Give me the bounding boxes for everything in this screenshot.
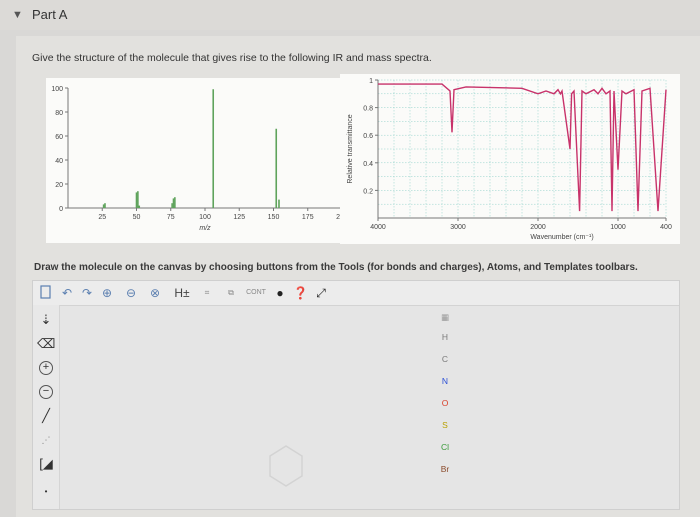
x-tick-label: 125 [233, 214, 245, 221]
fullscreen-icon[interactable]: ⤢ [313, 285, 329, 301]
editor-toolbar: ↶ ↷ ⊕ ⊖ ⊗ H± ⌗ ⧉ CONT ● ❓ ⤢ [33, 281, 679, 306]
select-arrow-icon[interactable]: ⇣ [37, 311, 55, 329]
zoom-out-icon[interactable]: ⊖ [123, 285, 139, 301]
y-tick-label: 40 [55, 158, 63, 165]
ir-spectrum-svg: 0.2 0.4 0.6 0.8 1 4000 3000 2000 1000 400 Wavenumb… [347, 78, 672, 241]
periodic-table-icon[interactable]: ▦ [425, 309, 465, 325]
chain-icon[interactable]: ⋰ [37, 431, 55, 449]
calculate-button[interactable]: CONT [245, 285, 267, 301]
eraser-icon[interactable]: ⌫ [37, 335, 55, 353]
x-axis-label: m/z [199, 225, 211, 232]
y-tick-label: 0.6 [363, 133, 373, 140]
x-tick-label: 150 [268, 214, 280, 221]
y-tick-label: 1 [369, 78, 373, 85]
add-hydrogens-button[interactable]: H± [171, 285, 193, 301]
y-tick-label: 100 [51, 86, 63, 93]
positive-charge-button[interactable]: + [39, 361, 53, 375]
y-tick-label: 20 [55, 182, 63, 189]
triangle-down-icon[interactable]: ▼ [12, 9, 23, 21]
part-header[interactable]: ▼ Part A [0, 0, 700, 30]
atom-n-button[interactable]: N [425, 373, 465, 389]
x-axis-label: Wavenumber (cm⁻¹) [530, 234, 593, 241]
mass-spectrum-svg: 020406080100255075100125150175200m/zRela… [37, 86, 348, 232]
atoms-toolbar: ▦ H C N O S Cl Br [425, 305, 465, 509]
drawing-canvas[interactable] [60, 306, 660, 508]
y-tick-label: 0.8 [363, 106, 373, 113]
y-tick-label: 0.2 [363, 188, 373, 195]
bracket-icon[interactable]: [◢ [37, 455, 55, 473]
y-tick-label: 0.4 [363, 161, 373, 168]
x-tick-label: 2000 [530, 224, 546, 231]
tools-sidebar: ⇣ ⌫ + − ╱ ⋰ [◢ • [33, 305, 60, 509]
part-title: Part A [32, 7, 68, 22]
zoom-in-icon[interactable]: ⊕ [99, 285, 115, 301]
single-bond-icon[interactable]: ╱ [37, 407, 55, 425]
x-tick-label: 75 [167, 214, 175, 221]
negative-charge-button[interactable]: − [39, 385, 53, 399]
question-text: Give the structure of the molecule that … [32, 52, 432, 64]
y-axis-label: Relative transmittance [347, 114, 354, 183]
y-tick-label: 60 [55, 134, 63, 141]
x-tick-label: 1000 [610, 224, 626, 231]
x-tick-label: 100 [199, 214, 211, 221]
zoom-reset-icon[interactable]: ⊗ [147, 285, 163, 301]
document-icon[interactable] [39, 285, 53, 301]
atom-cl-button[interactable]: Cl [425, 439, 465, 455]
help-icon[interactable]: ❓ [293, 285, 308, 301]
redo-icon[interactable]: ↷ [79, 285, 95, 301]
x-tick-label: 400 [660, 224, 672, 231]
x-tick-label: 25 [98, 214, 106, 221]
x-tick-label: 50 [133, 214, 141, 221]
y-tick-label: 80 [55, 110, 63, 117]
atom-h-button[interactable]: H [425, 329, 465, 345]
molecule-editor[interactable]: ↶ ↷ ⊕ ⊖ ⊗ H± ⌗ ⧉ CONT ● ❓ ⤢ ⇣ ⌫ + − ╱ ⋰ … [32, 280, 680, 510]
undo-icon[interactable]: ↶ [59, 285, 75, 301]
atom-s-button[interactable]: S [425, 417, 465, 433]
x-tick-label: 4000 [370, 224, 386, 231]
ir-spectrum-chart: 0.2 0.4 0.6 0.8 1 4000 3000 2000 1000 400 Wavenumb… [340, 74, 680, 244]
atom-br-button[interactable]: Br [425, 461, 465, 477]
mass-spectrum-chart: 020406080100255075100125150175200m/zRela… [37, 78, 356, 243]
draw-instruction: Draw the molecule on the canvas by choos… [34, 262, 638, 273]
x-tick-label: 175 [302, 214, 314, 221]
more-icon[interactable]: • [37, 483, 55, 501]
y-tick-label: 0 [59, 206, 63, 213]
atom-o-button[interactable]: O [425, 395, 465, 411]
x-tick-label: 3000 [450, 224, 466, 231]
atom-c-button[interactable]: C [425, 351, 465, 367]
info-icon[interactable]: ● [273, 285, 287, 301]
3d-icon[interactable]: ⧉ [223, 285, 239, 301]
2d-clean-icon[interactable]: ⌗ [199, 285, 215, 301]
